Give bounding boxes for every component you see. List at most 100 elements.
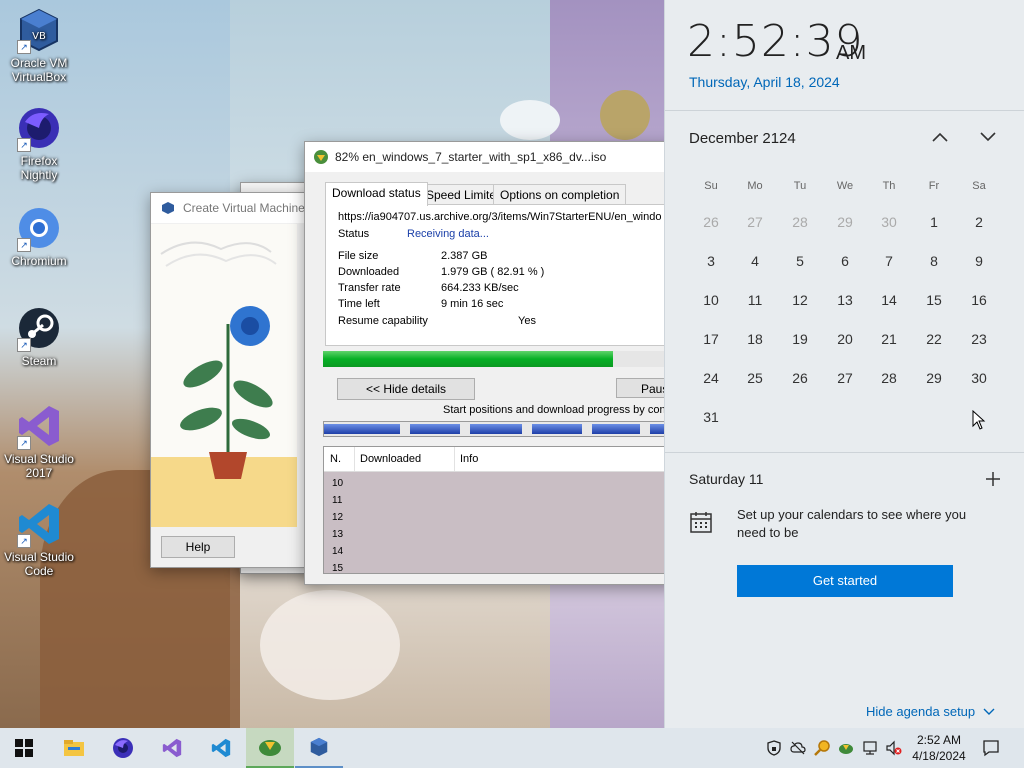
calendar-day[interactable]: 12 <box>780 292 820 308</box>
get-started-button[interactable]: Get started <box>737 565 953 597</box>
create-vm-titlebar[interactable]: Create Virtual Machine <box>151 193 311 223</box>
calendar-day[interactable]: 29 <box>825 214 865 230</box>
calendar-day[interactable]: 21 <box>869 331 909 347</box>
hide-agenda-setup-link[interactable]: Hide agenda setup <box>866 704 995 719</box>
volume-muted-icon[interactable] <box>886 740 902 756</box>
weekday-label: Su <box>704 180 718 192</box>
calendar-day[interactable]: 13 <box>825 292 865 308</box>
calendar-day[interactable]: 3 <box>691 253 731 269</box>
calendar-day[interactable]: 15 <box>914 292 954 308</box>
desktop-icon-firefox-nightly[interactable]: ↗ Firefox Nightly <box>2 104 76 182</box>
security-shield-icon[interactable] <box>766 740 782 756</box>
vscode-icon <box>211 738 231 758</box>
taskbar-vscode[interactable] <box>197 728 245 768</box>
taskbar-visual-studio[interactable] <box>148 728 196 768</box>
column-header-info[interactable]: Info <box>460 453 478 465</box>
calendar-day[interactable]: 28 <box>780 214 820 230</box>
tab-download-status[interactable]: Download status <box>325 182 428 206</box>
svg-text:VB: VB <box>32 31 46 42</box>
desktop-icon-chromium[interactable]: ↗ Chromium <box>2 204 76 268</box>
calendar-flyout[interactable]: 2:52:39 AM Thursday, April 18, 2024 Dece… <box>664 0 1024 728</box>
calendar-day[interactable]: 8 <box>914 253 954 269</box>
chevron-up-icon[interactable] <box>931 130 949 144</box>
calendar-day[interactable]: 5 <box>780 253 820 269</box>
taskbar: 2:52 AM 4/18/2024 <box>0 728 1024 768</box>
table-row: 13 <box>332 529 344 540</box>
desktop-icon-vscode[interactable]: ↗ Visual Studio Code <box>2 500 76 578</box>
calendar-day[interactable]: 19 <box>780 331 820 347</box>
calendar-day[interactable]: 16 <box>959 292 999 308</box>
desktop-icon-label: Visual Studio Code <box>4 550 74 578</box>
calendar-day[interactable]: 22 <box>914 331 954 347</box>
tab-options-on-completion[interactable]: Options on completion <box>493 184 627 205</box>
weekday-label: Th <box>882 180 896 192</box>
calendar-day[interactable]: 4 <box>735 253 775 269</box>
taskbar-file-explorer[interactable] <box>50 728 98 768</box>
calendar-day[interactable]: 28 <box>869 370 909 386</box>
downloaded-label: Downloaded <box>338 266 400 278</box>
connections-table[interactable]: N. Downloaded Info 10 11 12 13 14 15 <box>323 446 677 574</box>
taskbar-firefox[interactable] <box>99 728 147 768</box>
help-button[interactable]: Help <box>161 536 235 558</box>
idm-titlebar[interactable]: 82% en_windows_7_starter_with_sp1_x86_dv… <box>305 142 675 172</box>
calendar-day[interactable]: 30 <box>869 214 909 230</box>
virtualbox-icon <box>310 737 328 757</box>
calendar-day[interactable]: 24 <box>691 370 731 386</box>
calendar-day[interactable]: 31 <box>691 409 731 425</box>
search-magnifier-icon[interactable] <box>814 740 830 756</box>
calendar-day[interactable]: 17 <box>691 331 731 347</box>
start-button[interactable] <box>0 728 48 768</box>
status-label: Status <box>338 228 370 240</box>
chevron-down-icon <box>983 708 995 715</box>
calendar-day[interactable]: 14 <box>869 292 909 308</box>
status-value: Receiving data... <box>407 228 489 240</box>
calendar-day[interactable]: 25 <box>735 370 775 386</box>
calendar-day[interactable]: 9 <box>959 253 999 269</box>
calendar-day[interactable]: 10 <box>691 292 731 308</box>
column-header-number[interactable]: N. <box>330 453 341 465</box>
calendar-day[interactable]: 7 <box>869 253 909 269</box>
desktop-icon-steam[interactable]: ↗ Steam <box>2 304 76 368</box>
calendar-day[interactable]: 26 <box>780 370 820 386</box>
calendar-day[interactable]: 27 <box>735 214 775 230</box>
add-event-icon[interactable] <box>985 471 1001 487</box>
calendar-day[interactable]: 29 <box>914 370 954 386</box>
desktop-icon-visual-studio[interactable]: ↗ Visual Studio 2017 <box>2 402 76 480</box>
desktop-icon-virtualbox[interactable]: VB ↗ Oracle VM VirtualBox <box>2 6 76 84</box>
calendar-day[interactable]: 23 <box>959 331 999 347</box>
calendar-day[interactable]: 20 <box>825 331 865 347</box>
weekday-label: We <box>836 180 854 192</box>
calendar-day[interactable]: 11 <box>735 292 775 308</box>
time-left-label: Time left <box>338 298 380 310</box>
calendar-day[interactable]: 6 <box>825 253 865 269</box>
idm-icon <box>314 150 328 164</box>
progress-fill <box>323 351 614 367</box>
column-header-downloaded[interactable]: Downloaded <box>360 453 421 465</box>
file-size-label: File size <box>338 250 379 262</box>
cloud-offline-icon[interactable] <box>790 740 806 756</box>
taskbar-clock-date: 4/18/2024 <box>912 749 966 763</box>
calendar-day[interactable]: 26 <box>691 214 731 230</box>
taskbar-idm[interactable] <box>246 728 294 768</box>
weekday-label: Tu <box>793 180 807 192</box>
taskbar-virtualbox[interactable] <box>295 728 343 768</box>
chevron-down-icon[interactable] <box>979 130 997 144</box>
idm-download-window[interactable]: 82% en_windows_7_starter_with_sp1_x86_dv… <box>304 141 677 585</box>
taskbar-clock[interactable]: 2:52 AM 4/18/2024 <box>906 732 972 764</box>
calendar-day[interactable]: 2 <box>959 214 999 230</box>
action-center-notification-icon[interactable] <box>982 739 1000 757</box>
calendar-month-label[interactable]: December 2124 <box>689 130 796 147</box>
calendar-day[interactable]: 27 <box>825 370 865 386</box>
idm-tray-icon[interactable] <box>838 740 854 756</box>
calendar-day[interactable]: 1 <box>914 214 954 230</box>
calendar-day[interactable]: 18 <box>735 331 775 347</box>
create-vm-window[interactable]: Create Virtual Machine Help <box>150 192 312 568</box>
network-icon[interactable] <box>862 740 878 756</box>
vscode-icon: ↗ <box>15 500 63 548</box>
visual-studio-icon: ↗ <box>15 402 63 450</box>
hide-details-button[interactable]: << Hide details <box>337 378 475 400</box>
desktop-icon-label: Visual Studio 2017 <box>4 452 74 480</box>
full-date-link[interactable]: Thursday, April 18, 2024 <box>689 74 840 90</box>
calendar-day[interactable]: 30 <box>959 370 999 386</box>
time-left-value: 9 min 16 sec <box>441 298 504 310</box>
